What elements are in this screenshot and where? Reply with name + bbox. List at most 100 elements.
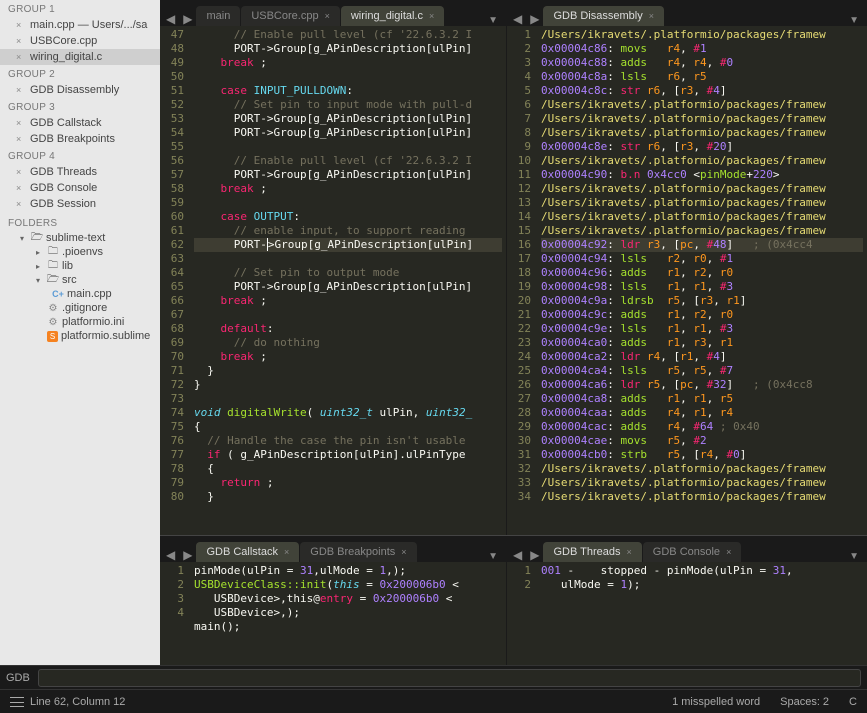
sidebar-file-item[interactable]: × GDB Threads bbox=[0, 164, 160, 180]
close-icon[interactable]: × bbox=[726, 547, 731, 557]
tree-folder[interactable]: ▸🗀.pioenvs bbox=[0, 245, 160, 259]
file-label: GDB Threads bbox=[30, 166, 97, 178]
nav-fwd-icon[interactable]: ▶ bbox=[526, 548, 543, 562]
editor-area: ◀▶mainUSBCore.cpp×wiring_digital.c×▼4748… bbox=[160, 0, 867, 665]
sidebar-file-item[interactable]: ×main.cpp — Users/.../sa bbox=[0, 17, 160, 33]
tree-file[interactable]: Splatformio.sublime bbox=[0, 329, 160, 343]
tree-folder[interactable]: ▾🗁sublime-text bbox=[0, 231, 160, 245]
tab-label: GDB Breakpoints bbox=[310, 546, 395, 558]
group-header: GROUP 3 bbox=[0, 98, 160, 115]
tab-bar: ◀▶ GDB Threads × GDB Console × ▼ bbox=[507, 536, 867, 562]
nav-fwd-icon[interactable]: ▶ bbox=[526, 12, 543, 26]
sidebar-file-item[interactable]: × GDB Callstack bbox=[0, 115, 160, 131]
folders-header: FOLDERS bbox=[0, 212, 160, 231]
tab-label: GDB Callstack bbox=[206, 546, 278, 558]
close-icon[interactable]: × bbox=[16, 183, 26, 193]
close-icon[interactable]: × bbox=[16, 134, 26, 144]
status-lang[interactable]: C bbox=[849, 696, 857, 708]
tree-file[interactable]: ⚙platformio.ini bbox=[0, 315, 160, 329]
nav-back-icon[interactable]: ◀ bbox=[162, 548, 179, 562]
git-icon: ⚙ bbox=[47, 302, 59, 314]
sublime-icon: S bbox=[47, 331, 58, 342]
close-icon[interactable]: × bbox=[16, 118, 26, 128]
tab[interactable]: main bbox=[196, 6, 240, 26]
file-label: wiring_digital.c bbox=[30, 51, 102, 63]
tree-folder[interactable]: ▾🗁src bbox=[0, 273, 160, 287]
folder-icon: 🗀 bbox=[47, 260, 59, 272]
code-area[interactable]: 1234567891011121314151617181920212223242… bbox=[507, 26, 867, 535]
tab-label: GDB Threads bbox=[553, 546, 620, 558]
nav-back-icon[interactable]: ◀ bbox=[509, 548, 526, 562]
code-content[interactable]: // Enable pull level (cf '22.6.3.2 I POR… bbox=[190, 26, 506, 535]
menu-icon[interactable] bbox=[10, 697, 24, 707]
tab-label: USBCore.cpp bbox=[251, 10, 318, 22]
code-area[interactable]: 12001 - stopped - pinMode(ulPin = 31, ul… bbox=[507, 562, 867, 665]
tab-label: wiring_digital.c bbox=[351, 10, 423, 22]
file-label: USBCore.cpp bbox=[30, 35, 97, 47]
close-icon[interactable]: × bbox=[627, 547, 632, 557]
code-content[interactable]: /Users/ikravets/.platformio/packages/fra… bbox=[537, 26, 867, 535]
sidebar-file-item[interactable]: × GDB Console bbox=[0, 180, 160, 196]
tab-label: GDB Console bbox=[653, 546, 720, 558]
sidebar-file-item[interactable]: × GDB Breakpoints bbox=[0, 131, 160, 147]
gdb-command-bar: GDB bbox=[0, 665, 867, 689]
nav-back-icon[interactable]: ◀ bbox=[509, 12, 526, 26]
gdb-input[interactable] bbox=[38, 669, 861, 687]
status-spell[interactable]: 1 misspelled word bbox=[672, 696, 760, 708]
tree-folder[interactable]: ▸🗀lib bbox=[0, 259, 160, 273]
close-icon[interactable]: × bbox=[16, 199, 26, 209]
close-icon[interactable]: × bbox=[649, 11, 654, 21]
code-area[interactable]: 4748495051525354555657585960616263646566… bbox=[160, 26, 506, 535]
tab-dropdown-icon[interactable]: ▼ bbox=[843, 15, 865, 26]
tree-file[interactable]: ⚙.gitignore bbox=[0, 301, 160, 315]
sidebar: GROUP 1×main.cpp — Users/.../sa×USBCore.… bbox=[0, 0, 160, 665]
folder-icon: 🗁 bbox=[47, 274, 59, 286]
pane-top-right: ◀▶ GDB Disassembly × ▼123456789101112131415… bbox=[507, 0, 867, 535]
tab-dropdown-icon[interactable]: ▼ bbox=[482, 551, 504, 562]
file-label: GDB Callstack bbox=[30, 117, 102, 129]
close-icon[interactable]: × bbox=[16, 52, 26, 62]
chevron-icon: ▾ bbox=[36, 276, 44, 285]
close-icon[interactable]: × bbox=[16, 36, 26, 46]
file-label: GDB Breakpoints bbox=[30, 133, 115, 145]
tab[interactable]: GDB Disassembly × bbox=[543, 6, 664, 26]
sidebar-file-item[interactable]: ×GDB Disassembly bbox=[0, 82, 160, 98]
file-label: GDB Console bbox=[30, 182, 97, 194]
code-area[interactable]: 1234pinMode(ulPin = 31,ulMode = 1,);USBD… bbox=[160, 562, 506, 665]
sidebar-file-item[interactable]: × USBCore.cpp bbox=[0, 33, 160, 49]
sidebar-file-item[interactable]: ×GDB Session bbox=[0, 196, 160, 212]
tab[interactable]: GDB Console × bbox=[643, 542, 742, 562]
tab-bar: ◀▶ GDB Callstack × GDB Breakpoints × ▼ bbox=[160, 536, 506, 562]
tab-dropdown-icon[interactable]: ▼ bbox=[482, 15, 504, 26]
pane-top-left: ◀▶main USBCore.cpp × wiring_digital.c × ▼ 4748… bbox=[160, 0, 507, 535]
status-spaces[interactable]: Spaces: 2 bbox=[780, 696, 829, 708]
gutter: 4748495051525354555657585960616263646566… bbox=[160, 26, 190, 535]
close-icon[interactable]: × bbox=[16, 167, 26, 177]
tab-label: GDB Disassembly bbox=[553, 10, 642, 22]
close-icon[interactable]: × bbox=[16, 20, 26, 30]
group-header: GROUP 4 bbox=[0, 147, 160, 164]
nav-fwd-icon[interactable]: ▶ bbox=[179, 12, 196, 26]
tab[interactable]: GDB Callstack × bbox=[196, 542, 299, 562]
close-icon[interactable]: × bbox=[325, 11, 330, 21]
nav-back-icon[interactable]: ◀ bbox=[162, 12, 179, 26]
ini-icon: ⚙ bbox=[47, 316, 59, 328]
tab[interactable]: GDB Threads × bbox=[543, 542, 641, 562]
tree-file[interactable]: C+main.cpp bbox=[0, 287, 160, 301]
group-header: GROUP 1 bbox=[0, 0, 160, 17]
code-content[interactable]: 001 - stopped - pinMode(ulPin = 31, ulMo… bbox=[537, 562, 867, 665]
chevron-icon: ▸ bbox=[36, 248, 44, 257]
nav-fwd-icon[interactable]: ▶ bbox=[179, 548, 196, 562]
close-icon[interactable]: × bbox=[284, 547, 289, 557]
group-header: GROUP 2 bbox=[0, 65, 160, 82]
tab[interactable]: GDB Breakpoints × bbox=[300, 542, 416, 562]
tab[interactable]: wiring_digital.c × bbox=[341, 6, 444, 26]
code-content[interactable]: pinMode(ulPin = 31,ulMode = 1,);USBDevic… bbox=[190, 562, 506, 665]
close-icon[interactable]: × bbox=[16, 85, 26, 95]
tab[interactable]: USBCore.cpp × bbox=[241, 6, 340, 26]
sidebar-file-item[interactable]: × wiring_digital.c bbox=[0, 49, 160, 65]
close-icon[interactable]: × bbox=[429, 11, 434, 21]
status-bar: Line 62, Column 12 1 misspelled word Spa… bbox=[0, 689, 867, 713]
tab-dropdown-icon[interactable]: ▼ bbox=[843, 551, 865, 562]
close-icon[interactable]: × bbox=[401, 547, 406, 557]
